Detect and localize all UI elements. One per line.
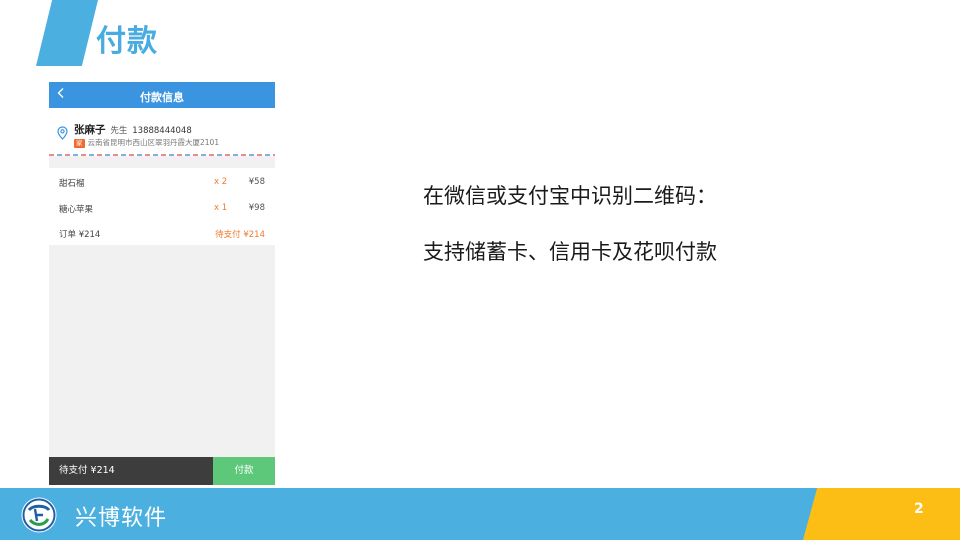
item-price: ¥98 xyxy=(248,202,265,213)
address-card[interactable]: 张麻子 先生 13888444048 家云南省昆明市西山区翠羽丹霞大厦2101 xyxy=(49,108,275,156)
info-line-scan: 在微信或支付宝中识别二维码： xyxy=(423,184,717,208)
address-tag: 家 xyxy=(74,139,85,148)
info-line-methods: 支持储蓄卡、信用卡及花呗付款 xyxy=(423,240,717,264)
footer-amount: 待支付 ¥214 xyxy=(49,457,213,485)
bottom-accent-shape xyxy=(803,488,960,540)
address-detail: 云南省昆明市西山区翠羽丹霞大厦2101 xyxy=(87,138,220,147)
title-accent-shape xyxy=(36,0,98,66)
company-logo-icon xyxy=(21,497,57,533)
slide-title: 付款 xyxy=(96,24,158,59)
item-name: 甜石榴 xyxy=(59,179,85,189)
order-total: 订单 ¥214 xyxy=(59,230,101,240)
pay-button[interactable]: 付款 xyxy=(213,457,275,485)
order-items: 甜石榴 x 2 ¥58 糖心苹果 x 1 ¥98 订单 ¥214 待支付 ¥21… xyxy=(49,168,275,245)
address-divider xyxy=(49,154,275,156)
item-quantity: x 1 xyxy=(214,202,228,213)
list-item: 甜石榴 x 2 ¥58 xyxy=(49,168,275,194)
recipient-name: 张麻子 xyxy=(74,124,106,136)
phone-footer: 待支付 ¥214 付款 xyxy=(49,457,275,485)
item-price: ¥58 xyxy=(248,177,265,187)
company-name: 兴博软件 xyxy=(75,506,168,531)
order-status: 待支付 ¥214 xyxy=(215,230,265,240)
order-summary-row: 订单 ¥214 待支付 ¥214 xyxy=(49,219,275,245)
location-pin-icon xyxy=(57,126,68,140)
address-detail-line: 家云南省昆明市西山区翠羽丹霞大厦2101 xyxy=(74,137,219,148)
recipient-phone: 13888444048 xyxy=(132,126,192,136)
item-quantity: x 2 xyxy=(214,177,228,187)
phone-mockup: 付款信息 张麻子 先生 13888444048 家云南省昆明市西山区翠羽丹霞大厦… xyxy=(49,82,275,485)
header-title: 付款信息 xyxy=(140,91,184,104)
page-number: 2 xyxy=(914,501,924,517)
address-name-line: 张麻子 先生 13888444048 xyxy=(74,122,192,137)
recipient-title: 先生 xyxy=(110,126,128,136)
phone-header: 付款信息 xyxy=(49,82,275,108)
item-name: 糖心苹果 xyxy=(59,204,94,215)
list-item: 糖心苹果 x 1 ¥98 xyxy=(49,194,275,220)
